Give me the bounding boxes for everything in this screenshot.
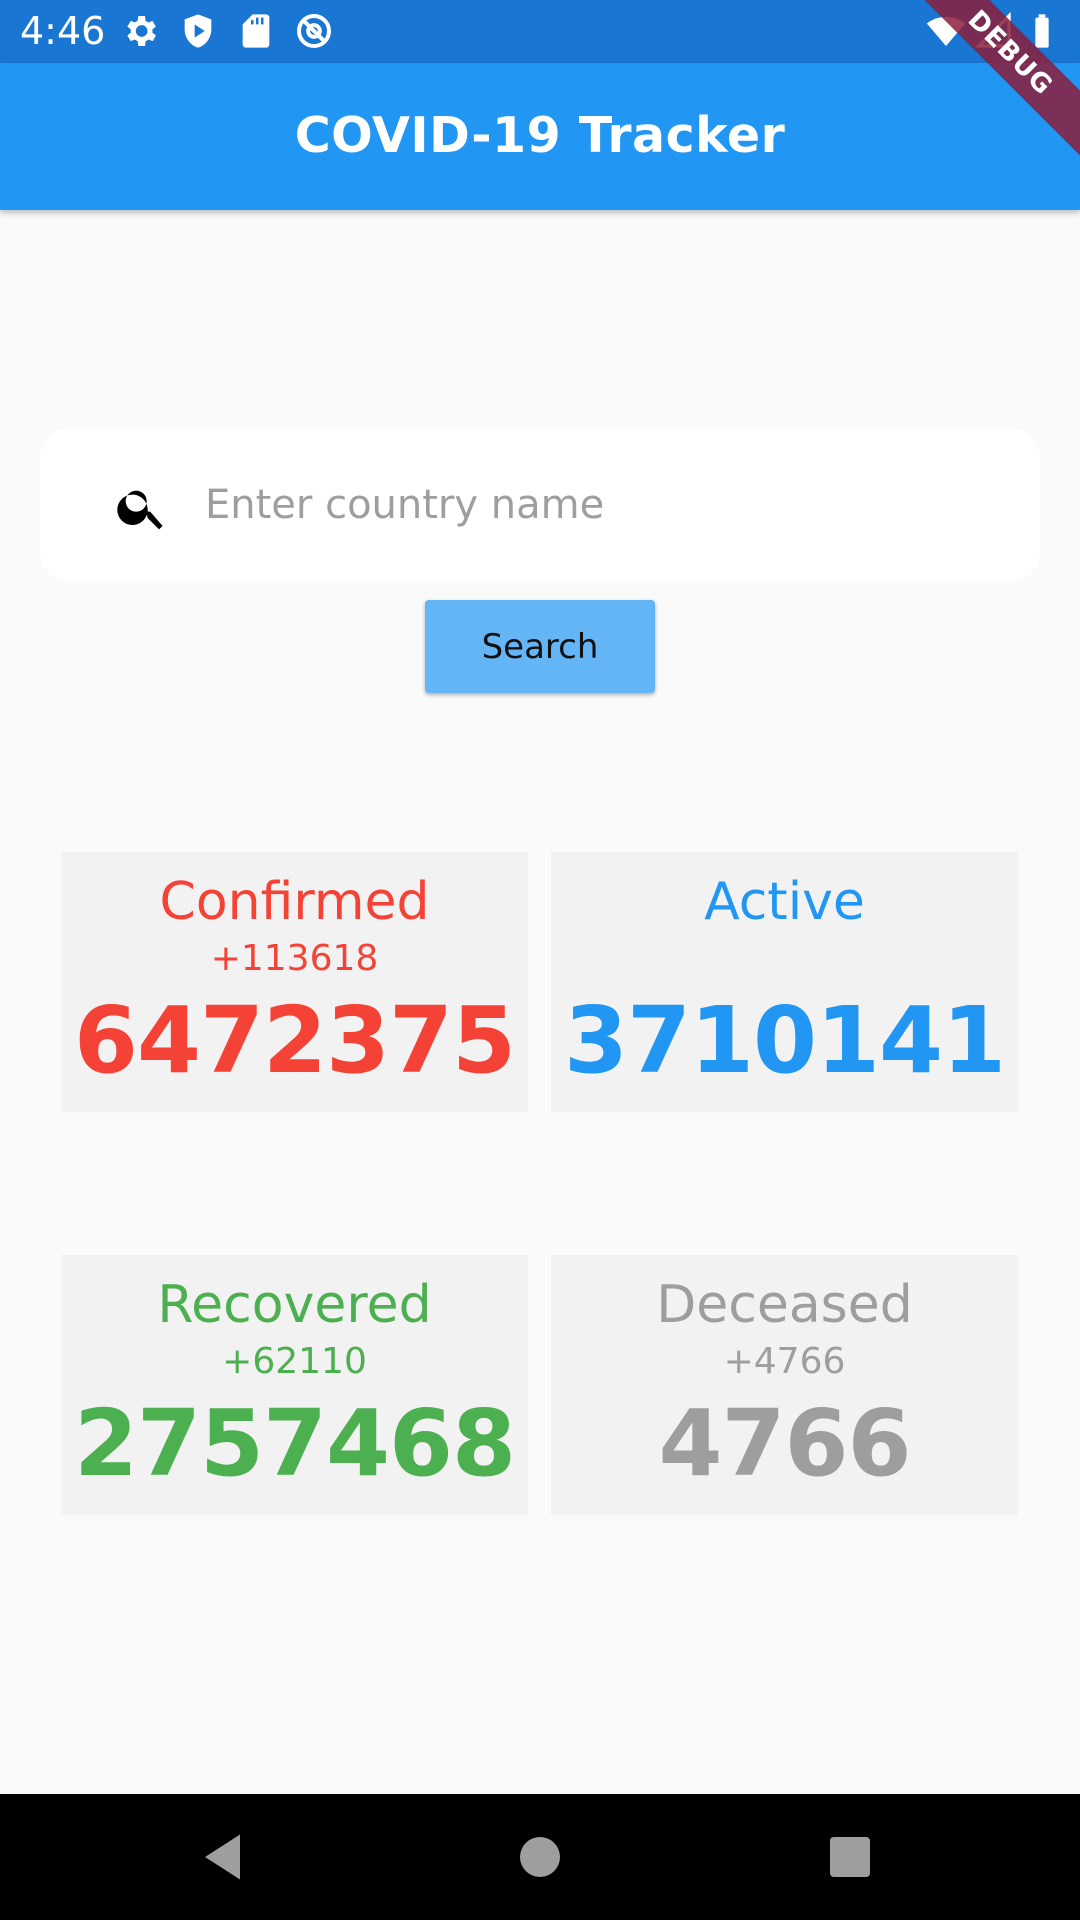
search-icon [114, 479, 170, 535]
recovered-card: Recovered +62110 2757468 [61, 1255, 528, 1515]
recovered-delta: +62110 [222, 1341, 367, 1382]
screen: 4:46 COVID-19 Tracker DEBUG Enter countr… [0, 0, 1080, 1920]
confirmed-label: Confirmed [159, 872, 430, 932]
status-bar: 4:46 [0, 0, 1080, 63]
deceased-total: 4766 [658, 1390, 911, 1497]
search-input[interactable] [205, 467, 1005, 543]
status-time: 4:46 [20, 9, 106, 53]
active-card: Active 3710141 [551, 852, 1018, 1112]
search-card [40, 429, 1040, 581]
back-icon[interactable] [195, 1827, 255, 1887]
active-label: Active [704, 872, 865, 932]
confirmed-delta: +113618 [210, 938, 379, 979]
recents-icon[interactable] [820, 1827, 880, 1887]
sd-card-icon [236, 11, 276, 51]
shield-play-icon [178, 11, 218, 51]
search-button[interactable]: Search [425, 600, 655, 693]
status-icons-left [120, 11, 334, 51]
app-bar: COVID-19 Tracker [0, 63, 1080, 210]
recovered-label: Recovered [157, 1275, 432, 1335]
deceased-delta: +4766 [723, 1341, 846, 1382]
nav-bar [0, 1794, 1080, 1920]
page-title: COVID-19 Tracker [294, 107, 786, 164]
confirmed-total: 6472375 [73, 987, 516, 1094]
home-icon[interactable] [510, 1827, 570, 1887]
recovered-total: 2757468 [73, 1390, 516, 1497]
settings-icon [120, 11, 160, 51]
deceased-label: Deceased [656, 1275, 913, 1335]
at-sign-icon [294, 11, 334, 51]
deceased-card: Deceased +4766 4766 [551, 1255, 1018, 1515]
active-total: 3710141 [563, 987, 1006, 1094]
confirmed-card: Confirmed +113618 6472375 [61, 852, 528, 1112]
